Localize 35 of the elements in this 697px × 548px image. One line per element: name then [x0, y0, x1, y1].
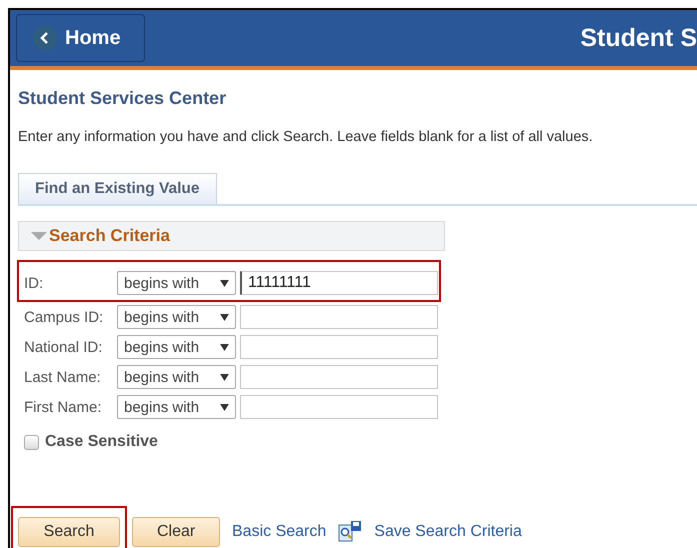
- search-button[interactable]: Search: [18, 517, 120, 547]
- section-header[interactable]: Search Criteria: [18, 221, 445, 251]
- field-label: ID:: [24, 274, 44, 292]
- dropdown-arrow-icon: [220, 314, 229, 320]
- checkbox[interactable]: [24, 434, 39, 450]
- tab[interactable]: Find an Existing Value: [18, 173, 217, 204]
- operator-dropdown[interactable]: begins with: [117, 305, 236, 329]
- basic-search-link[interactable]: Basic Search: [232, 523, 326, 541]
- home-button[interactable]: Home: [16, 14, 145, 62]
- search-field[interactable]: [240, 305, 438, 329]
- page-title: Student Services Center: [18, 88, 228, 109]
- search-field[interactable]: [240, 395, 438, 419]
- dropdown-arrow-icon: [220, 374, 229, 380]
- instructions-text: Enter any information you have and click Search. Leave fields blank for a list of all values.: [18, 129, 594, 145]
- operator-dropdown[interactable]: begins with: [117, 335, 236, 359]
- back-icon: [33, 26, 57, 50]
- section-title: Search Criteria: [49, 226, 170, 246]
- save-search-icon[interactable]: [338, 520, 362, 544]
- dropdown-arrow-icon: [220, 280, 229, 286]
- clear-button[interactable]: Clear: [132, 517, 220, 547]
- field-label: National ID:: [24, 338, 104, 356]
- operator-dropdown[interactable]: begins with: [117, 271, 236, 295]
- save-search-criteria-link[interactable]: Save Search Criteria: [374, 523, 522, 541]
- operator-dropdown[interactable]: begins with: [117, 365, 236, 389]
- dropdown-arrow-icon: [220, 344, 229, 350]
- search-field[interactable]: 11111111: [240, 271, 438, 295]
- search-field[interactable]: [240, 335, 438, 359]
- search-field[interactable]: [240, 365, 438, 389]
- field-label: First Name:: [24, 398, 103, 416]
- field-label: Last Name:: [24, 368, 102, 386]
- field-label: Campus ID:: [24, 308, 104, 326]
- dropdown-arrow-icon: [220, 404, 229, 410]
- page-header-title: Student S: [580, 24, 697, 52]
- checkbox-label: Case Sensitive: [45, 433, 158, 451]
- operator-dropdown[interactable]: begins with: [117, 395, 236, 419]
